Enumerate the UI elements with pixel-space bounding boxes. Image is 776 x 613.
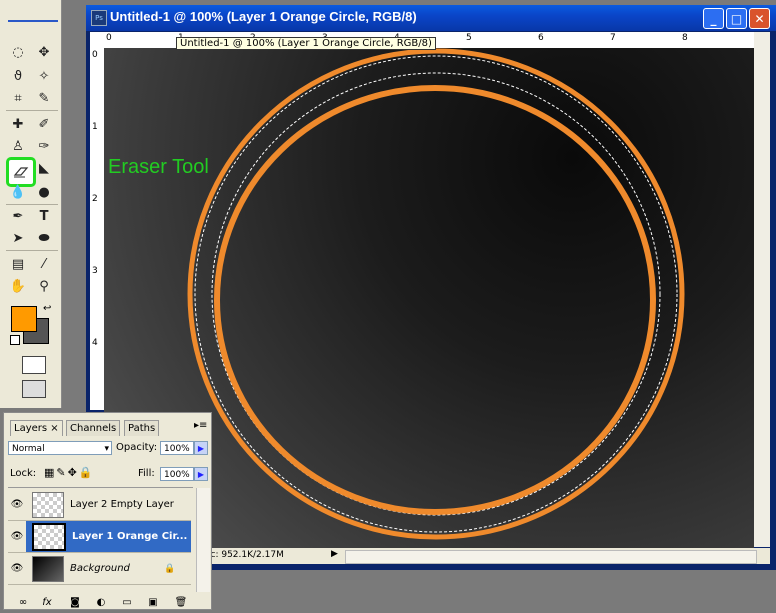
- tab-channels[interactable]: Channels: [66, 420, 121, 436]
- pen-icon[interactable]: ✒: [8, 206, 28, 226]
- title-tooltip: Untitled-1 @ 100% (Layer 1 Orange Circle…: [176, 37, 436, 50]
- layer-name: Background: [70, 563, 130, 574]
- hand-icon[interactable]: ✋: [8, 276, 28, 296]
- visibility-eye-icon[interactable]: 👁: [8, 499, 26, 510]
- blur-icon[interactable]: 💧: [8, 182, 28, 202]
- status-menu-arrow-icon[interactable]: ▶: [331, 549, 338, 559]
- ruler-tick-label: 8: [682, 33, 688, 43]
- layer-name: Layer 1 Orange Cir...: [72, 531, 188, 542]
- healing-brush-icon[interactable]: ✚: [8, 114, 28, 134]
- photoshop-app-icon: Ps: [91, 10, 107, 26]
- default-colors-icon[interactable]: [10, 335, 20, 345]
- vertical-ruler: 0 1 2 3 4: [90, 48, 105, 410]
- fill-field[interactable]: 100%: [160, 467, 194, 481]
- layers-palette: Layers × Channels Paths ▸≡ Normal ▾ Opaci…: [3, 412, 212, 610]
- lock-icon: 🔒: [164, 563, 176, 574]
- eraser-tool-annotation: Eraser Tool: [108, 156, 209, 178]
- dodge-icon[interactable]: ●: [34, 182, 54, 202]
- close-tab-icon[interactable]: ×: [50, 423, 58, 434]
- opacity-field[interactable]: 100%: [160, 441, 194, 455]
- adjustment-layer-icon[interactable]: ◐: [94, 596, 108, 608]
- close-button[interactable]: ✕: [749, 8, 770, 29]
- toolbox: ◌ ✥ ϑ ✧ ⌗ ✎ ✚ ✐ ♙ ✑ ◣ 💧 ● ✒ T ➤ ⬬ ▤ ⁄ ✋ …: [0, 0, 62, 408]
- minimize-button[interactable]: _: [703, 8, 724, 29]
- outer-selection-marquee: [194, 55, 678, 533]
- layer-style-icon[interactable]: fx: [40, 596, 54, 608]
- lasso-icon[interactable]: ϑ: [8, 66, 28, 86]
- opacity-label: Opacity:: [116, 442, 158, 453]
- tab-paths[interactable]: Paths: [124, 420, 160, 436]
- toolbox-divider: [6, 250, 58, 251]
- crop-icon[interactable]: ⌗: [8, 88, 28, 108]
- fill-label: Fill:: [138, 468, 155, 479]
- palette-menu-icon[interactable]: ▸≡: [194, 420, 207, 431]
- blend-mode-select[interactable]: Normal ▾: [8, 441, 112, 455]
- ruler-tick-label: 0: [106, 33, 112, 43]
- quick-mask-icon[interactable]: [22, 356, 46, 374]
- tab-layers[interactable]: Layers ×: [10, 420, 63, 436]
- zoom-icon[interactable]: ⚲: [34, 276, 54, 296]
- visibility-eye-icon[interactable]: 👁: [8, 521, 26, 552]
- paint-bucket-icon[interactable]: ◣: [34, 158, 54, 178]
- move-icon[interactable]: ✥: [34, 42, 54, 62]
- lock-options-icons[interactable]: ▦✎✥🔒: [44, 466, 95, 479]
- ruler-tick-label: 0: [92, 50, 98, 60]
- maximize-button[interactable]: □: [726, 8, 747, 29]
- notes-icon[interactable]: ▤: [8, 254, 28, 274]
- visibility-eye-icon[interactable]: 👁: [8, 563, 26, 574]
- inner-orange-ring: [214, 85, 656, 515]
- horizontal-scrollbar[interactable]: [345, 550, 757, 564]
- magic-wand-icon[interactable]: ✧: [34, 66, 54, 86]
- layer-thumbnail: [32, 522, 66, 551]
- slice-icon[interactable]: ✎: [34, 88, 54, 108]
- status-bar: oc: 952.1K/2.17M ▶: [205, 548, 770, 564]
- document-size-status: oc: 952.1K/2.17M: [205, 550, 284, 560]
- vertical-scrollbar[interactable]: [754, 32, 770, 547]
- ruler-tick-label: 2: [92, 194, 98, 204]
- add-mask-icon[interactable]: ◙: [68, 596, 82, 608]
- opacity-arrow-icon[interactable]: ▶: [194, 441, 208, 455]
- layers-scrollbar[interactable]: [196, 488, 210, 592]
- ruler-tick-label: 3: [92, 266, 98, 276]
- outer-orange-ring: [187, 48, 685, 540]
- fill-arrow-icon[interactable]: ▶: [194, 467, 208, 481]
- layer-thumbnail: [32, 555, 64, 582]
- layer-row[interactable]: 👁 Layer 2 Empty Layer: [8, 489, 191, 521]
- brush-icon[interactable]: ✐: [34, 114, 54, 134]
- marquee-icon[interactable]: ◌: [8, 42, 28, 62]
- layer-thumbnail: [32, 491, 64, 518]
- foreground-color-swatch[interactable]: [11, 306, 37, 332]
- document-title: Untitled-1 @ 100% (Layer 1 Orange Circle…: [110, 9, 417, 24]
- ruler-tick-label: 1: [92, 122, 98, 132]
- ruler-tick-label: 4: [92, 338, 98, 348]
- toolbox-divider: [6, 110, 58, 111]
- ruler-tick-label: 6: [538, 33, 544, 43]
- ruler-tick-label: 7: [610, 33, 616, 43]
- swap-colors-icon[interactable]: ↩: [43, 303, 51, 314]
- toolbox-divider: [6, 204, 58, 205]
- layer-row[interactable]: 👁 Background 🔒: [8, 553, 191, 585]
- new-group-icon[interactable]: ▭: [120, 596, 134, 608]
- layer-name: Layer 2 Empty Layer: [70, 499, 174, 510]
- path-select-icon[interactable]: ➤: [8, 228, 28, 248]
- layer-row-selected[interactable]: 👁 Layer 1 Orange Cir...: [8, 521, 191, 553]
- screen-mode-icon[interactable]: [22, 380, 46, 398]
- new-layer-icon[interactable]: ▣: [146, 596, 160, 608]
- ellipse-shape-icon[interactable]: ⬬: [34, 228, 54, 248]
- eyedropper-icon[interactable]: ⁄: [34, 254, 54, 274]
- delete-layer-icon[interactable]: 🗑: [174, 596, 188, 608]
- link-layers-icon[interactable]: ∞: [16, 596, 30, 608]
- type-icon[interactable]: T: [34, 206, 54, 226]
- toolbox-grip[interactable]: [8, 20, 58, 22]
- history-brush-icon[interactable]: ✑: [34, 136, 54, 156]
- ruler-tick-label: 5: [466, 33, 472, 43]
- lock-label: Lock:: [10, 468, 37, 479]
- clone-stamp-icon[interactable]: ♙: [8, 136, 28, 156]
